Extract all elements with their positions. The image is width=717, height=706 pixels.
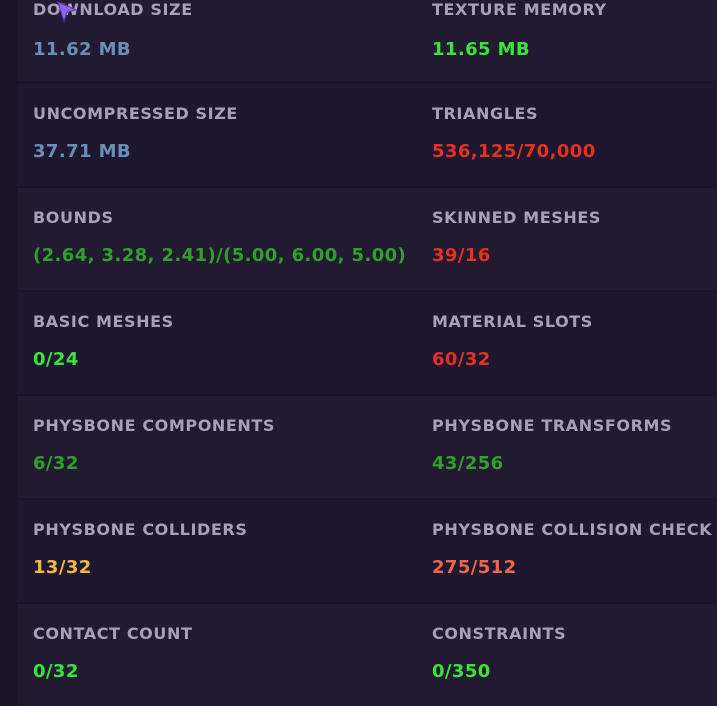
stat-row-uncompressed-triangles: UNCOMPRESSED SIZE 37.71 MB TRIANGLES 536… [18, 84, 717, 186]
stat-row-physbone-components-transforms: PHYSBONE COMPONENTS 6/32 PHYSBONE TRANSF… [18, 396, 717, 498]
stat-value: 0/24 [33, 349, 79, 370]
stat-label: MATERIAL SLOTS [432, 312, 593, 331]
stat-label: PHYSBONE TRANSFORMS [432, 416, 673, 435]
stat-constraints: CONSTRAINTS 0/350 [432, 604, 717, 706]
stat-value: 536,125/70,000 [432, 141, 596, 162]
stat-physbone-collision-check-count: PHYSBONE COLLISION CHECK CO 275/512 [432, 500, 717, 602]
stat-label: BOUNDS [33, 208, 114, 227]
stat-triangles: TRIANGLES 536,125/70,000 [432, 84, 717, 186]
stat-uncompressed-size: UNCOMPRESSED SIZE 37.71 MB [33, 84, 423, 186]
mouse-pointer-icon [57, 1, 78, 23]
stat-value: 43/256 [432, 453, 504, 474]
stat-material-slots: MATERIAL SLOTS 60/32 [432, 292, 717, 394]
stat-physbone-components: PHYSBONE COMPONENTS 6/32 [33, 396, 423, 498]
stat-value: 13/32 [33, 557, 92, 578]
stat-row-download-texture: DOWNLOAD SIZE 11.62 MB TEXTURE MEMORY 11… [18, 0, 717, 81]
stat-label: TRIANGLES [432, 104, 539, 123]
stat-physbone-transforms: PHYSBONE TRANSFORMS 43/256 [432, 396, 717, 498]
stat-download-size: DOWNLOAD SIZE 11.62 MB [33, 0, 423, 81]
stat-label: SKINNED MESHES [432, 208, 602, 227]
stat-row-contact-constraints: CONTACT COUNT 0/32 CONSTRAINTS 0/350 [18, 604, 717, 706]
stat-value: 275/512 [432, 557, 517, 578]
stat-physbone-colliders: PHYSBONE COLLIDERS 13/32 [33, 500, 423, 602]
stat-label: TEXTURE MEMORY [432, 0, 607, 19]
stat-value: 0/350 [432, 661, 491, 682]
stat-row-physbone-colliders-collision: PHYSBONE COLLIDERS 13/32 PHYSBONE COLLIS… [18, 500, 717, 602]
stat-value: 37.71 MB [33, 141, 132, 162]
stat-label: CONTACT COUNT [33, 624, 193, 643]
stat-label: BASIC MESHES [33, 312, 174, 331]
stat-basic-meshes: BASIC MESHES 0/24 [33, 292, 423, 394]
stat-skinned-meshes: SKINNED MESHES 39/16 [432, 188, 717, 290]
stat-label: UNCOMPRESSED SIZE [33, 104, 238, 123]
stat-value: 39/16 [432, 245, 491, 266]
stat-value: 11.65 MB [432, 39, 531, 60]
stat-row-basic-material: BASIC MESHES 0/24 MATERIAL SLOTS 60/32 [18, 292, 717, 394]
stat-value: (2.64, 3.28, 2.41)/(5.00, 6.00, 5.00) [33, 245, 407, 266]
stat-label: CONSTRAINTS [432, 624, 567, 643]
stat-texture-memory: TEXTURE MEMORY 11.65 MB [432, 0, 717, 81]
stat-contact-count: CONTACT COUNT 0/32 [33, 604, 423, 706]
stat-label: PHYSBONE COLLISION CHECK CO [432, 520, 717, 539]
performance-stats-panel: DOWNLOAD SIZE 11.62 MB TEXTURE MEMORY 11… [0, 0, 717, 706]
stat-label: PHYSBONE COLLIDERS [33, 520, 248, 539]
stat-value: 11.62 MB [33, 39, 132, 60]
stat-value: 60/32 [432, 349, 491, 370]
stat-row-bounds-skinned: BOUNDS (2.64, 3.28, 2.41)/(5.00, 6.00, 5… [18, 188, 717, 290]
stat-value: 0/32 [33, 661, 79, 682]
stat-value: 6/32 [33, 453, 79, 474]
stat-bounds: BOUNDS (2.64, 3.28, 2.41)/(5.00, 6.00, 5… [33, 188, 423, 290]
stat-label: PHYSBONE COMPONENTS [33, 416, 276, 435]
